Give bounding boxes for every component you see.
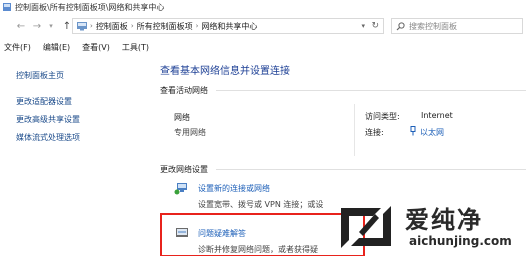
sidebar: 控制面板主页 更改适配器设置 更改高级共享设置 媒体流式处理选项 [0, 54, 150, 256]
sidebar-item-media-streaming[interactable]: 媒体流式处理选项 [16, 132, 80, 143]
refresh-icon[interactable]: ↻ [371, 21, 379, 31]
address-row: ← → ▾ ↑ › 控制面板 › 所有控制面板项 › 网络和共享中心 ▾ ↻ 搜… [0, 14, 526, 38]
breadcrumb-separator-icon[interactable]: › [196, 22, 199, 30]
sidebar-item-control-panel-home[interactable]: 控制面板主页 [16, 70, 64, 81]
ethernet-connection-link[interactable]: 以太网 [420, 127, 444, 138]
active-networks-label: 查看活动网络 [160, 86, 208, 95]
back-arrow-icon[interactable]: ← [14, 19, 28, 33]
access-type-label: 访问类型: [365, 112, 400, 121]
watermark-title: 爱纯净 [405, 206, 483, 234]
search-icon [396, 21, 405, 30]
setup-connection-link[interactable]: 设置新的连接或网络 [198, 183, 270, 194]
address-bar[interactable]: › 控制面板 › 所有控制面板项 › 网络和共享中心 ▾ ↻ [72, 18, 384, 34]
breadcrumb-separator-icon[interactable]: › [90, 22, 93, 30]
address-dropdown-icon[interactable]: ▾ [361, 22, 365, 30]
section-divider [216, 169, 526, 170]
watermark: 爱纯净 aichunjing.com [335, 196, 526, 256]
network-setup-icon [174, 183, 187, 195]
breadcrumb-separator-icon[interactable]: › [131, 22, 134, 30]
network-divider [354, 104, 355, 156]
breadcrumb-control-panel[interactable]: 控制面板 [96, 21, 128, 32]
menu-edit[interactable]: 编辑(E) [43, 42, 70, 53]
menu-view[interactable]: 查看(V) [82, 42, 110, 53]
watermark-logo-icon [341, 206, 391, 248]
search-input[interactable]: 搜索控制面板 [409, 21, 457, 32]
section-divider [216, 90, 526, 91]
breadcrumb-network-center[interactable]: 网络和共享中心 [201, 21, 257, 32]
menu-file[interactable]: 文件(F) [4, 42, 31, 53]
connections-label: 连接: [365, 128, 384, 137]
change-settings-label: 更改网络设置 [160, 165, 208, 174]
sidebar-item-advanced-sharing[interactable]: 更改高级共享设置 [16, 114, 80, 125]
recent-locations-icon[interactable]: ▾ [44, 19, 58, 33]
forward-arrow-icon[interactable]: → [30, 19, 44, 33]
window-title: 控制面板\所有控制面板项\网络和共享中心 [15, 2, 165, 12]
page-title: 查看基本网络信息并设置连接 [160, 66, 290, 77]
title-bar: 控制面板\所有控制面板项\网络和共享中心 [0, 0, 526, 14]
menu-tools[interactable]: 工具(T) [122, 42, 149, 53]
menu-bar: 文件(F) 编辑(E) 查看(V) 工具(T) [0, 40, 526, 54]
sidebar-item-change-adapter[interactable]: 更改适配器设置 [16, 96, 72, 107]
access-type-value: Internet [421, 111, 453, 120]
control-panel-icon [3, 3, 11, 11]
search-box[interactable]: 搜索控制面板 [391, 18, 523, 34]
network-type: 专用网络 [174, 128, 206, 137]
network-sharing-center-window: 控制面板\所有控制面板项\网络和共享中心 ← → ▾ ↑ › 控制面板 › 所有… [0, 0, 526, 256]
ethernet-icon [410, 126, 416, 136]
setup-connection-description: 设置宽带、拨号或 VPN 连接；或设 [198, 200, 324, 209]
network-folder-icon [77, 22, 87, 31]
network-name: 网络 [174, 113, 190, 122]
watermark-url: aichunjing.com [409, 234, 512, 248]
breadcrumb-all-items[interactable]: 所有控制面板项 [137, 21, 193, 32]
